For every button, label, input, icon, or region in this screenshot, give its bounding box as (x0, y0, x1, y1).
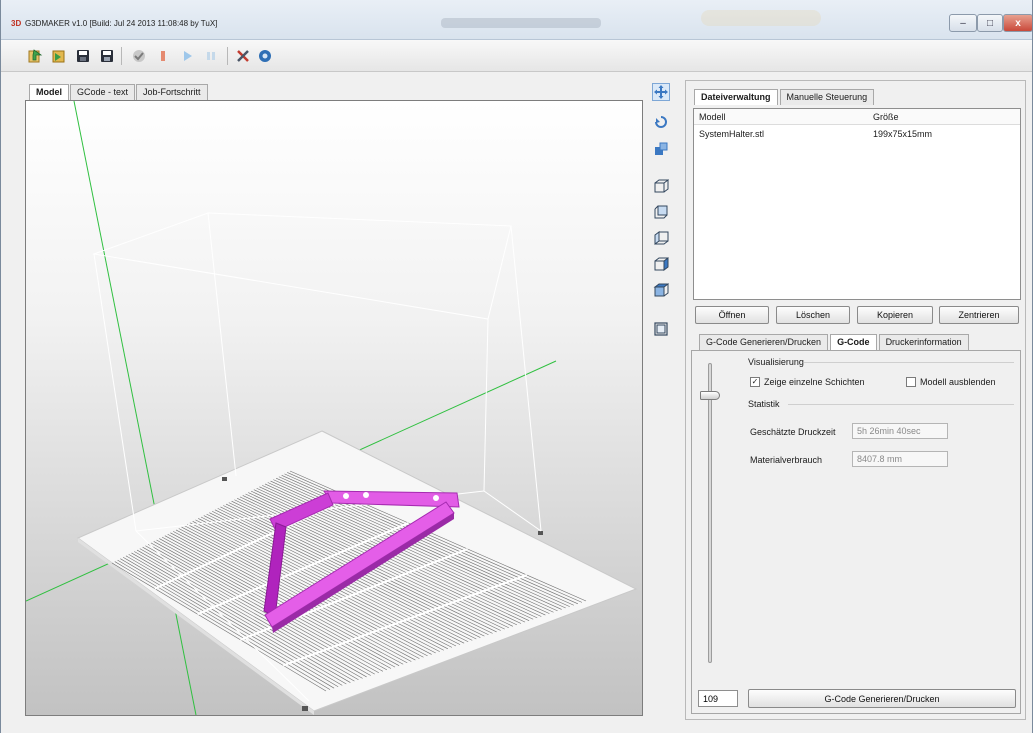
app-logo-icon: 3D (11, 19, 22, 28)
column-header-model[interactable]: Modell (699, 112, 726, 122)
bed-screw (538, 531, 543, 535)
save-icon[interactable] (75, 48, 91, 64)
bed-screw (302, 706, 308, 711)
view-front-icon[interactable] (652, 177, 670, 195)
tab-gcode-generieren[interactable]: G-Code Generieren/Drucken (699, 334, 829, 350)
view-right-icon[interactable] (652, 255, 670, 273)
move-icon[interactable] (652, 83, 670, 101)
gcode-pane: Visualisierung ✓ Zeige einzelne Schichte… (691, 350, 1021, 714)
app-window: 3D G3DMAKER v1.0 [Build: Jul 24 2013 11:… (0, 0, 1033, 733)
3d-scene (26, 101, 638, 715)
delete-button[interactable]: Löschen (776, 306, 850, 324)
play-icon[interactable] (179, 48, 195, 64)
close-icon: x (1015, 17, 1021, 29)
model-name-cell: SystemHalter.stl (699, 129, 765, 139)
toolbar-separator (121, 47, 122, 65)
layer-number-input[interactable] (698, 690, 738, 707)
visualization-group-label: Visualisierung (748, 357, 804, 367)
toolbar-separator (227, 47, 228, 65)
copy-button[interactable]: Kopieren (857, 306, 933, 324)
minimize-icon: – (960, 17, 966, 29)
title-bar-background-blur (441, 18, 601, 28)
maximize-button[interactable]: □ (977, 14, 1003, 32)
y-axis-line (73, 101, 197, 715)
settings-icon[interactable] (257, 48, 273, 64)
minimize-button[interactable]: – (949, 14, 977, 32)
group-divider (788, 404, 1014, 405)
view-tool-strip (650, 80, 672, 720)
material-field: 8407.8 mm (852, 451, 948, 467)
tab-manuelle-steuerung[interactable]: Manuelle Steuerung (779, 89, 875, 105)
hide-model-checkbox[interactable] (906, 377, 916, 387)
tab-gcode[interactable]: G-Code (830, 334, 877, 350)
tab-dateiverwaltung[interactable]: Dateiverwaltung (694, 89, 778, 105)
view-tabs: Model GCode - text Job-Fortschritt (29, 84, 209, 100)
file-panel-tabs: Dateiverwaltung Manuelle Steuerung (694, 89, 876, 105)
tab-druckerinformation[interactable]: Druckerinformation (878, 334, 969, 350)
generate-print-button[interactable]: G-Code Generieren/Drucken (748, 689, 1016, 708)
title-bar: 3D G3DMAKER v1.0 [Build: Jul 24 2013 11:… (1, 0, 1032, 40)
3d-viewport[interactable] (25, 100, 643, 716)
show-layers-label[interactable]: Zeige einzelne Schichten (764, 377, 865, 387)
tab-job-progress[interactable]: Job-Fortschritt (136, 84, 208, 100)
layer-slider-handle[interactable] (700, 391, 720, 400)
gcode-panel-tabs: G-Code Generieren/Drucken G-Code Drucker… (699, 334, 971, 350)
maximize-icon: □ (986, 17, 994, 29)
view-back-icon[interactable] (652, 203, 670, 221)
view-top-icon[interactable] (652, 281, 670, 299)
pause-icon[interactable] (203, 48, 219, 64)
window-title: G3DMAKER v1.0 [Build: Jul 24 2013 11:08:… (25, 19, 218, 28)
right-panel: Dateiverwaltung Manuelle Steuerung Model… (685, 80, 1026, 720)
print-time-field: 5h 26min 40sec (852, 423, 948, 439)
model-size-cell: 199x75x15mm (873, 129, 933, 139)
column-header-size[interactable]: Größe (873, 112, 899, 122)
title-bar-background-glow (701, 10, 821, 26)
rotate-icon[interactable] (652, 113, 670, 131)
scale-icon[interactable] (652, 140, 670, 158)
file-list-header: Modell Größe (694, 109, 1020, 125)
layer-slider-track[interactable] (708, 363, 712, 663)
material-label: Materialverbrauch (750, 455, 823, 465)
print-time-label: Geschätzte Druckzeit (750, 427, 836, 437)
main-toolbar (1, 40, 1032, 72)
tools-icon[interactable] (235, 48, 251, 64)
check-mark-icon: ✓ (751, 377, 759, 386)
view-reset-icon[interactable] (652, 320, 670, 338)
open-button[interactable]: Öffnen (695, 306, 769, 324)
table-row[interactable]: SystemHalter.stl 199x75x15mm (694, 125, 1020, 141)
check-icon[interactable] (131, 48, 147, 64)
load-icon[interactable] (27, 48, 43, 64)
center-button[interactable]: Zentrieren (939, 306, 1019, 324)
tab-gcode-text[interactable]: GCode - text (70, 84, 136, 100)
bed-screw (222, 477, 227, 481)
hide-model-label[interactable]: Modell ausblenden (920, 377, 996, 387)
save-gcode-icon[interactable] (51, 48, 67, 64)
stop-icon[interactable] (155, 48, 171, 64)
show-layers-checkbox[interactable]: ✓ (750, 377, 760, 387)
group-divider (804, 362, 1014, 363)
model-file-list: Modell Größe SystemHalter.stl 199x75x15m… (693, 108, 1021, 300)
statistics-group-label: Statistik (748, 399, 780, 409)
close-button[interactable]: x (1003, 14, 1032, 32)
view-left-icon[interactable] (652, 229, 670, 247)
save-as-icon[interactable] (99, 48, 115, 64)
tab-model[interactable]: Model (29, 84, 69, 100)
